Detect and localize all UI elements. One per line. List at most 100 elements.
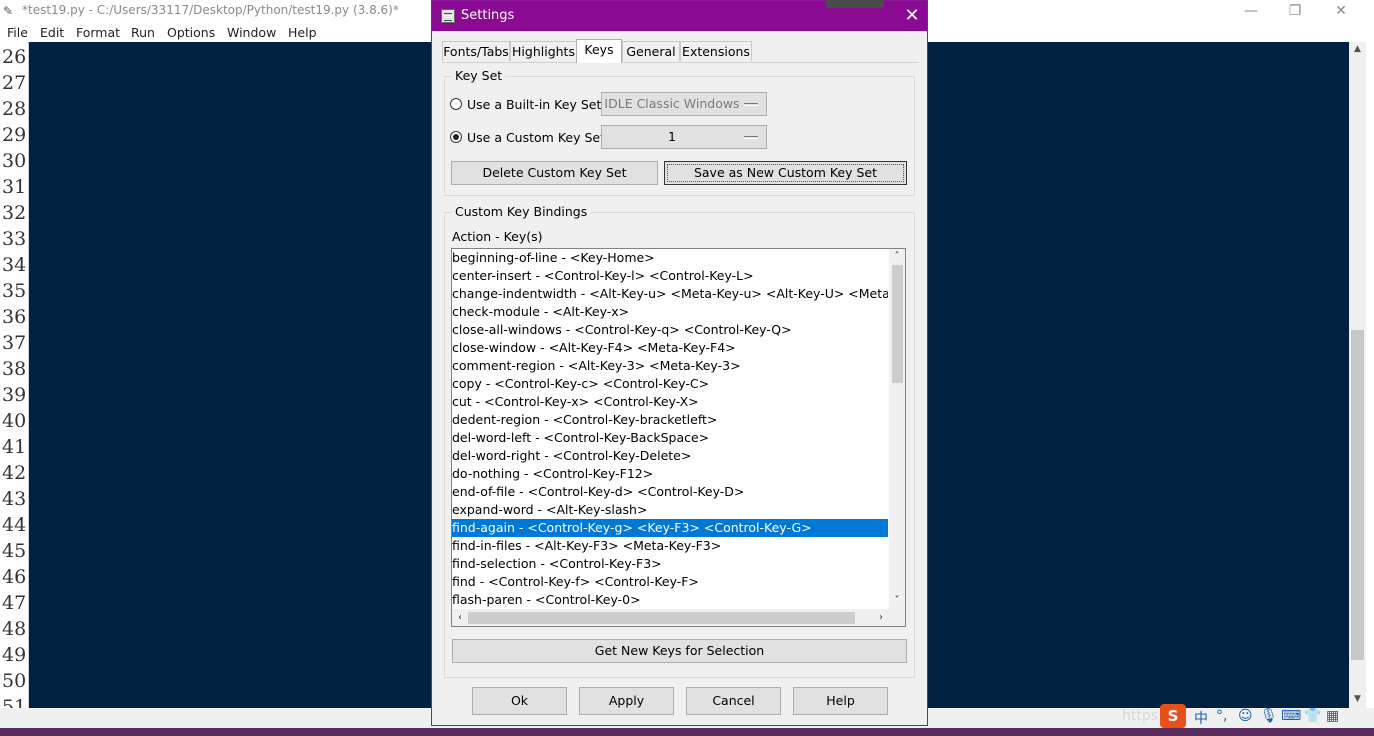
custom-bindings-group-label: Custom Key Bindings	[452, 204, 591, 219]
tab-panel-border	[442, 62, 919, 63]
custom-keyset-menu[interactable]: 1	[601, 125, 767, 149]
ime-voice-icon[interactable]: 🎙	[1260, 708, 1278, 724]
builtin-keyset-value: IDLE Classic Windows	[604, 96, 740, 111]
menu-run[interactable]: Run	[131, 25, 155, 40]
chevron-down-icon[interactable]: ˅	[889, 593, 905, 609]
binding-list-item[interactable]: comment-region - <Alt-Key-3> <Meta-Key-3…	[452, 357, 888, 375]
binding-list-item[interactable]: center-insert - <Control-Key-l> <Control…	[452, 267, 888, 285]
binding-list-item[interactable]: expand-word - <Alt-Key-slash>	[452, 501, 888, 519]
list-vertical-scrollbar[interactable]: ˄ ˅	[889, 249, 905, 609]
binding-list-item[interactable]: find - <Control-Key-f> <Control-Key-F>	[452, 573, 888, 591]
tab-extensions[interactable]: Extensions	[680, 41, 752, 61]
menu-edit[interactable]: Edit	[40, 25, 64, 40]
binding-list-item[interactable]: beginning-of-line - <Key-Home>	[452, 249, 888, 267]
line-number: 27	[2, 72, 27, 94]
binding-list-item[interactable]: cut - <Control-Key-x> <Control-Key-X>	[452, 393, 888, 411]
binding-list-item[interactable]: find-selection - <Control-Key-F3>	[452, 555, 888, 573]
builtin-keyset-radio[interactable]	[450, 98, 462, 110]
chevron-up-icon[interactable]: ˄	[889, 249, 905, 265]
line-number: 35	[2, 280, 27, 302]
tab-fonts-tabs[interactable]: Fonts/Tabs	[442, 41, 510, 61]
line-number: 31	[2, 176, 27, 198]
key-set-group-label: Key Set	[452, 68, 506, 83]
line-number: 32	[2, 202, 27, 224]
builtin-keyset-label[interactable]: Use a Built-in Key Set	[467, 97, 601, 112]
dialog-close-button[interactable]: ✕	[898, 4, 926, 28]
ime-keyboard-icon[interactable]: ⌨	[1281, 708, 1301, 724]
ime-lang-icon[interactable]: 中	[1194, 708, 1208, 728]
scroll-down-arrow-icon[interactable]: ▼	[1349, 692, 1366, 706]
key-bindings-listbox[interactable]: beginning-of-line - <Key-Home> center-ins…	[451, 248, 906, 627]
overlapping-window-edge	[826, 0, 884, 8]
line-number: 33	[2, 228, 27, 250]
menu-indicator-icon	[744, 103, 758, 106]
save-new-keyset-button[interactable]: Save as New Custom Key Set	[664, 161, 907, 185]
ime-tools-icon[interactable]: ▦	[1326, 708, 1339, 724]
binding-list-item[interactable]: do-nothing - <Control-Key-F12>	[452, 465, 888, 483]
tab-highlights[interactable]: Highlights	[510, 41, 577, 61]
binding-list-item[interactable]: close-window - <Alt-Key-F4> <Meta-Key-F4…	[452, 339, 888, 357]
binding-list-item[interactable]: change-indentwidth - <Alt-Key-u> <Meta-K…	[452, 285, 888, 303]
line-number-gutter: 26 27 28 29 30 31 32 33 34 35 36 37 38 39 40 41 42 43 44 45…	[0, 42, 29, 708]
get-new-keys-button[interactable]: Get New Keys for Selection	[452, 639, 907, 663]
menu-file[interactable]: File	[7, 25, 28, 40]
line-number: 26	[2, 46, 27, 68]
line-number: 45	[2, 540, 27, 562]
sogou-ime-icon[interactable]: S	[1160, 704, 1186, 728]
line-number: 37	[2, 332, 27, 354]
scroll-up-arrow-icon[interactable]: ▲	[1349, 42, 1366, 56]
minimize-button[interactable]: —	[1228, 0, 1274, 22]
bindings-list-header: Action - Key(s)	[452, 229, 543, 244]
ime-skin-icon[interactable]: 👕	[1304, 708, 1321, 724]
ok-button[interactable]: Ok	[472, 687, 567, 715]
binding-list-item[interactable]: check-module - <Alt-Key-x>	[452, 303, 888, 321]
menu-format[interactable]: Format	[76, 25, 120, 40]
maximize-button[interactable]: ❐	[1272, 0, 1318, 22]
taskbar	[0, 728, 1374, 736]
list-horizontal-scrollbar[interactable]: ‹ ›	[452, 609, 889, 626]
list-hscroll-thumb[interactable]	[468, 612, 855, 624]
editor-vertical-scrollbar[interactable]: ▲ ▼	[1349, 42, 1366, 708]
binding-list-item[interactable]: find-again - <Control-Key-g> <Key-F3> <C…	[452, 519, 888, 537]
binding-list-item[interactable]: copy - <Control-Key-c> <Control-Key-C>	[452, 375, 888, 393]
binding-list-item[interactable]: end-of-file - <Control-Key-d> <Control-K…	[452, 483, 888, 501]
binding-list-item[interactable]: del-word-right - <Control-Key-Delete>	[452, 447, 888, 465]
delete-custom-keyset-button[interactable]: Delete Custom Key Set	[451, 161, 658, 185]
menu-window[interactable]: Window	[227, 25, 276, 40]
custom-keyset-value: 1	[668, 129, 676, 144]
ime-punct-icon[interactable]: °,	[1216, 708, 1227, 724]
binding-list-item[interactable]: flash-paren - <Control-Key-0>	[452, 591, 888, 609]
list-vscroll-thumb[interactable]	[892, 265, 903, 383]
apply-button[interactable]: Apply	[579, 687, 674, 715]
chevron-right-icon[interactable]: ›	[873, 609, 889, 626]
binding-list-item[interactable]: find-in-files - <Alt-Key-F3> <Meta-Key-F…	[452, 537, 888, 555]
dialog-title: Settings	[461, 8, 515, 23]
close-window-button[interactable]: ✕	[1318, 0, 1364, 22]
line-number: 44	[2, 514, 27, 536]
editor-scroll-thumb[interactable]	[1351, 330, 1364, 660]
line-number: 39	[2, 384, 27, 406]
line-number: 36	[2, 306, 27, 328]
binding-list-item[interactable]: close-all-windows - <Control-Key-q> <Con…	[452, 321, 888, 339]
menu-help[interactable]: Help	[288, 25, 317, 40]
scrollbar-corner	[889, 609, 905, 626]
line-number: 50	[2, 670, 27, 692]
tk-window-icon	[441, 9, 455, 23]
line-number: 43	[2, 488, 27, 510]
tab-general[interactable]: General	[622, 41, 680, 61]
custom-keyset-label[interactable]: Use a Custom Key Set	[467, 130, 605, 145]
ime-emoji-icon[interactable]: ☺	[1238, 708, 1253, 724]
binding-list-item[interactable]: dedent-region - <Control-Key-bracketleft…	[452, 411, 888, 429]
help-button[interactable]: Help	[793, 687, 888, 715]
custom-keyset-radio[interactable]	[450, 131, 462, 143]
line-number: 40	[2, 410, 27, 432]
tab-keys[interactable]: Keys	[576, 39, 622, 63]
builtin-keyset-menu[interactable]: IDLE Classic Windows	[601, 92, 767, 116]
cancel-button[interactable]: Cancel	[686, 687, 781, 715]
menu-options[interactable]: Options	[167, 25, 215, 40]
chevron-left-icon[interactable]: ‹	[452, 609, 468, 626]
line-number: 30	[2, 150, 27, 172]
settings-tabs: Fonts/Tabs Highlights Keys General Exten…	[442, 39, 922, 63]
line-number: 41	[2, 436, 27, 458]
binding-list-item[interactable]: del-word-left - <Control-Key-BackSpace>	[452, 429, 888, 447]
